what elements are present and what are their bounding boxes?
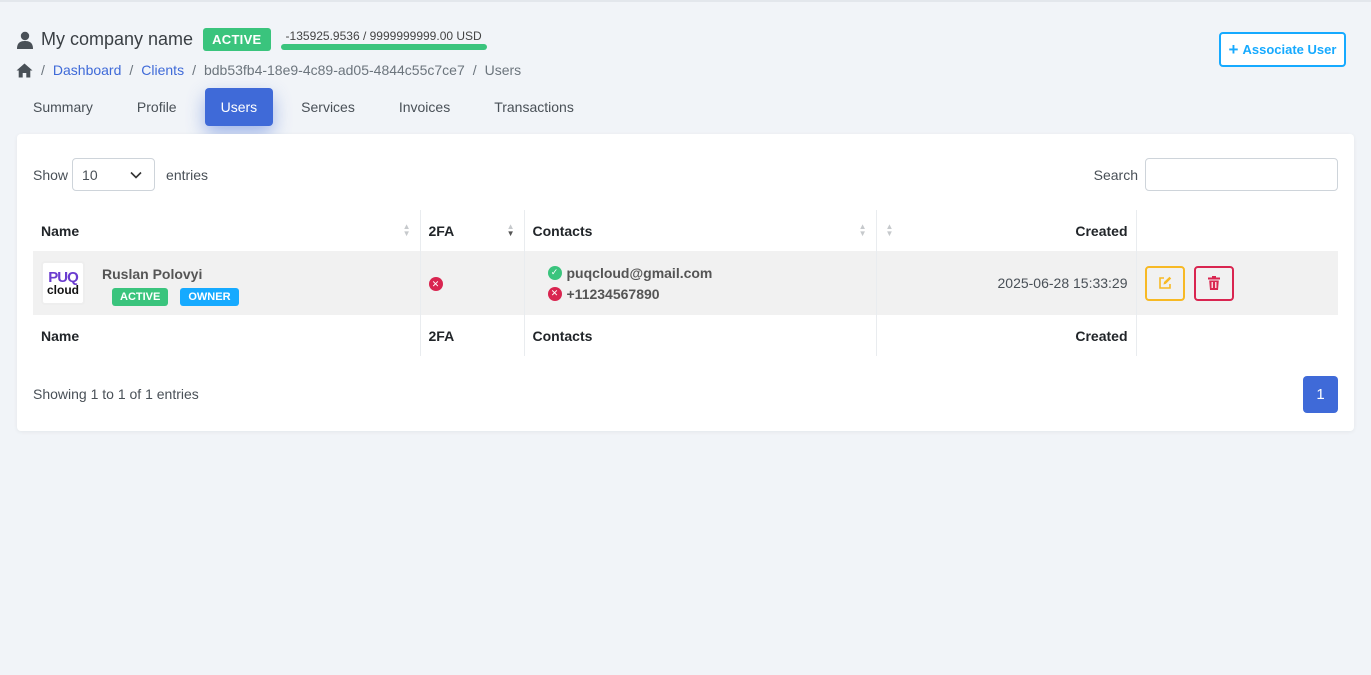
table-info: Showing 1 to 1 of 1 entries <box>33 386 199 402</box>
users-table: Name ▲ ▼ 2FA ▲ ▼ Contacts ▲ ▼ ▲ ▼ Created <box>33 210 1338 356</box>
column-header-created[interactable]: ▲ ▼ Created <box>876 210 1137 251</box>
search-input[interactable] <box>1145 158 1338 191</box>
tab-users[interactable]: Users <box>204 88 274 126</box>
entries-select[interactable]: 10 <box>72 158 156 191</box>
sort-icon: ▲ ▼ <box>885 222 894 238</box>
breadcrumb-client-id: bdb53fb4-18e9-4c89-ad05-4844c55c7ce7 <box>203 62 465 78</box>
phone-contact: ✕ +11234567890 <box>547 283 868 304</box>
breadcrumb-separator: / <box>472 62 477 78</box>
created-cell: 2025-06-28 15:33:29 <box>876 251 1137 315</box>
tab-services[interactable]: Services <box>285 88 371 126</box>
edit-button[interactable] <box>1144 265 1185 301</box>
trash-icon <box>1208 276 1221 290</box>
avatar: PUQ cloud <box>41 260 85 305</box>
twofa-cell: ✕ <box>420 251 525 315</box>
footer-header-actions <box>1136 315 1338 356</box>
page-header: My company name ACTIVE -135925.9536 / 99… <box>16 28 487 51</box>
breadcrumb-separator: / <box>41 62 45 78</box>
tab-summary[interactable]: Summary <box>17 88 109 126</box>
footer-header-2fa: 2FA <box>420 315 525 356</box>
created-date: 2025-06-28 15:33:29 <box>997 275 1128 291</box>
x-circle-icon: ✕ <box>547 286 562 301</box>
sort-icon: ▲ ▼ <box>402 222 411 238</box>
breadcrumb-clients-link[interactable]: Clients <box>141 62 184 78</box>
pagination-page-1[interactable]: 1 <box>1303 376 1338 413</box>
delete-button[interactable] <box>1194 265 1235 301</box>
tab-transactions[interactable]: Transactions <box>478 88 590 126</box>
sort-icon: ▲ ▼ <box>858 222 867 238</box>
twofa-disabled-icon: ✕ <box>428 277 443 292</box>
balance-indicator: -135925.9536 / 9999999999.00 USD <box>280 29 487 50</box>
table-row: PUQ cloud Ruslan Polovyi ACTIVE OWNER ✕ … <box>33 251 1338 315</box>
footer-header-created: Created <box>876 315 1137 356</box>
tab-invoices[interactable]: Invoices <box>383 88 466 126</box>
email-contact: ✓ puqcloud@gmail.com <box>547 262 868 283</box>
entries-length-control: Show 10 entries <box>33 158 208 191</box>
user-name-cell: PUQ cloud Ruslan Polovyi ACTIVE OWNER <box>33 251 421 315</box>
column-header-2fa[interactable]: 2FA ▲ ▼ <box>420 210 525 251</box>
column-header-actions <box>1136 210 1338 251</box>
footer-header-contacts: Contacts <box>524 315 877 356</box>
users-card: Show 10 entries Search Name ▲ ▼ 2FA ▲ ▼ Co… <box>17 134 1354 431</box>
entries-select-value: 10 <box>82 166 98 183</box>
entries-label: entries <box>166 166 209 183</box>
tab-bar: Summary Profile Users Services Invoices … <box>17 88 602 126</box>
user-name: Ruslan Polovyi <box>102 265 203 282</box>
home-icon[interactable] <box>16 63 33 78</box>
associate-user-label: Associate User <box>1242 42 1337 57</box>
user-phone: +11234567890 <box>566 285 660 302</box>
status-badge: ACTIVE <box>203 28 271 51</box>
edit-icon <box>1158 276 1171 289</box>
column-header-name[interactable]: Name ▲ ▼ <box>33 210 421 251</box>
column-header-contacts[interactable]: Contacts ▲ ▼ <box>524 210 877 251</box>
footer-header-name: Name <box>33 315 421 356</box>
breadcrumb-separator: / <box>192 62 196 78</box>
user-email: puqcloud@gmail.com <box>566 264 713 281</box>
search-control: Search <box>1094 158 1338 191</box>
contacts-cell: ✓ puqcloud@gmail.com ✕ +11234567890 <box>524 251 877 315</box>
breadcrumb-current: Users <box>484 62 522 78</box>
tab-profile[interactable]: Profile <box>121 88 193 126</box>
show-label: Show <box>33 166 69 183</box>
balance-text: -135925.9536 / 9999999999.00 USD <box>285 29 482 43</box>
associate-user-button[interactable]: + Associate User <box>1219 32 1346 67</box>
chevron-down-icon <box>130 171 142 179</box>
check-circle-icon: ✓ <box>547 265 562 280</box>
breadcrumb: / Dashboard / Clients / bdb53fb4-18e9-4c… <box>16 62 521 78</box>
search-label: Search <box>1093 166 1138 183</box>
actions-cell <box>1136 251 1338 315</box>
plus-icon: + <box>1228 40 1239 59</box>
sort-desc-icon: ▲ ▼ <box>506 222 515 238</box>
breadcrumb-dashboard-link[interactable]: Dashboard <box>53 62 122 78</box>
balance-bar <box>280 44 487 50</box>
user-icon <box>17 31 33 49</box>
breadcrumb-separator: / <box>129 62 134 78</box>
user-status-badge: ACTIVE <box>112 287 169 306</box>
user-role-badge: OWNER <box>180 287 239 306</box>
avatar-logo-bottom: cloud <box>47 282 79 297</box>
company-name: My company name <box>41 29 194 49</box>
